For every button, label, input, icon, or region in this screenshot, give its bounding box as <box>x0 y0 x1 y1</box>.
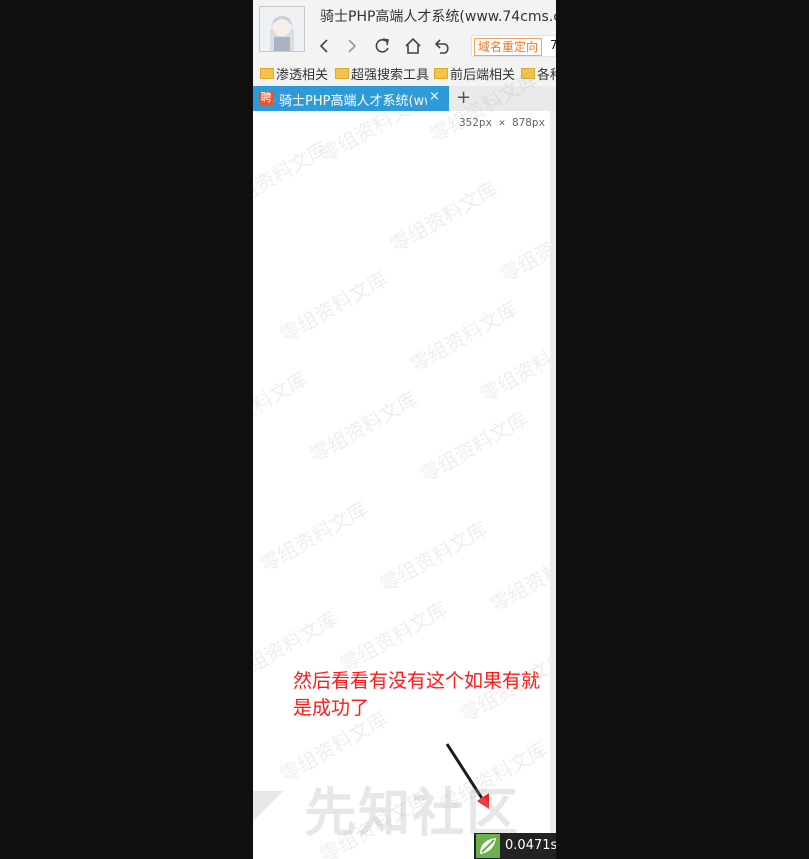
annotation-text: 然后看看有没有这个如果有就是成功了 <box>293 670 541 719</box>
bookmark-label: 前后端相关 <box>450 68 516 83</box>
watermark: 零组资料文库 <box>405 296 522 378</box>
watermark: 零组资料文库 <box>305 386 422 468</box>
watermark: 零组资料文库 <box>375 516 492 598</box>
undo-icon <box>434 39 449 54</box>
bookmark-folder[interactable]: 各种 <box>521 64 556 83</box>
bookmark-folder[interactable]: 前后端相关 <box>434 64 515 83</box>
redirect-badge[interactable]: 域名重定向 <box>474 38 543 56</box>
folder-icon <box>434 68 448 79</box>
watermark: 零组资料文库 <box>255 496 372 578</box>
load-time-badge: 0.0471s <box>474 833 556 859</box>
watermark: 零组资料文库 <box>335 596 452 678</box>
browser-window: 骑士PHP高端人才系统(www.74cms.com 域名重定向 7 渗透相关 超… <box>253 0 556 859</box>
load-time-text: 0.0471s <box>505 838 556 853</box>
watermark: 零组资料文库 <box>385 176 502 258</box>
folder-icon <box>335 68 349 79</box>
avatar[interactable] <box>259 6 305 52</box>
forward-button[interactable] <box>341 36 363 56</box>
watermark: 零组资料文库 <box>275 266 392 348</box>
chevron-left-icon <box>319 39 328 53</box>
home-button[interactable] <box>402 36 424 56</box>
tab-close-button[interactable]: × <box>429 89 440 104</box>
title-bar: 骑士PHP高端人才系统(www.74cms.com 域名重定向 7 <box>253 0 556 58</box>
favicon-icon: 聘 <box>259 91 273 105</box>
bookmark-label: 各种 <box>537 68 556 83</box>
vertical-scrollbar[interactable] <box>550 111 556 859</box>
reload-icon <box>375 38 389 53</box>
reload-button[interactable] <box>371 36 393 56</box>
address-text: 7 <box>550 38 556 52</box>
tab-label: 骑士PHP高端人才系统(www.74cms.com <box>279 94 427 109</box>
bookmark-folder[interactable]: 渗透相关 <box>260 64 328 83</box>
back-button[interactable] <box>313 36 335 56</box>
watermark: 零组资料文库 <box>253 136 332 218</box>
watermark: 零组资料文库 <box>475 326 556 408</box>
chevron-right-icon <box>348 39 357 53</box>
folder-icon <box>521 68 535 79</box>
watermark: 零组资料文库 <box>495 206 556 288</box>
tab-active[interactable]: 聘 骑士PHP高端人才系统(www.74cms.com × <box>253 86 449 111</box>
bookmark-label: 超强搜索工具 <box>351 68 430 83</box>
undo-button[interactable] <box>432 36 454 56</box>
watermark: 零组资料文库 <box>485 536 556 618</box>
folder-icon <box>260 68 274 79</box>
tab-strip: 聘 骑士PHP高端人才系统(www.74cms.com × + <box>253 86 556 111</box>
home-icon <box>405 37 421 54</box>
watermark-layer: 零组资料文库 零组资料文库 零组资料文库 零组资料文库 零组资料文库 零组资料文… <box>253 66 556 859</box>
page-viewport: 零组资料文库 零组资料文库 零组资料文库 零组资料文库 零组资料文库 零组资料文… <box>253 66 556 859</box>
window-title: 骑士PHP高端人才系统(www.74cms.com <box>320 9 556 25</box>
bookmarks-bar: 渗透相关 超强搜索工具 前后端相关 各种 <box>253 58 556 86</box>
leaf-logo-icon <box>476 834 500 858</box>
bookmark-folder[interactable]: 超强搜索工具 <box>335 64 429 83</box>
watermark: 零组资料文库 <box>253 366 312 448</box>
address-bar[interactable]: 域名重定向 7 <box>471 35 556 57</box>
viewport-dimensions: 352px × 878px <box>459 116 546 129</box>
bookmark-label: 渗透相关 <box>276 68 329 83</box>
new-tab-button[interactable]: + <box>456 87 471 108</box>
watermark: 零组资料文库 <box>415 406 532 488</box>
